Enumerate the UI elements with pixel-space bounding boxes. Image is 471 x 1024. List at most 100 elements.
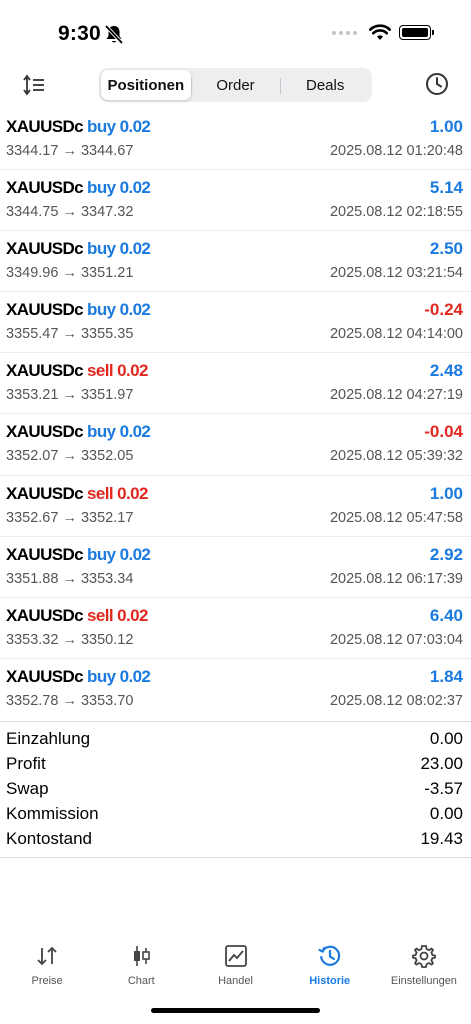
bell-muted-icon bbox=[104, 24, 124, 45]
trade-time: 2025.08.12 04:14:00 bbox=[329, 326, 463, 343]
trade-prices: 3352.78 → 3353.70 bbox=[6, 692, 134, 709]
trade-profit: 1.00 bbox=[429, 483, 463, 503]
segmented-control: Positionen Order Deals bbox=[99, 68, 372, 102]
tab-chart[interactable]: Chart bbox=[94, 935, 188, 995]
trade-row[interactable]: XAUUSDc buy 0.02 1.84 3352.78 → 3353.70 2… bbox=[0, 659, 471, 720]
trade-symbol: XAUUSDc bbox=[6, 422, 84, 442]
trade-profit: -0.24 bbox=[424, 300, 463, 320]
trade-symbol: XAUUSDc bbox=[6, 605, 84, 625]
summary-value: 23.00 bbox=[420, 754, 463, 773]
trade-prices: 3349.96 → 3351.21 bbox=[6, 265, 134, 282]
trade-side-volume: sell 0.02 bbox=[87, 483, 148, 503]
trade-profit: -0.04 bbox=[424, 422, 463, 442]
tab-label: Chart bbox=[127, 975, 155, 987]
trade-profit: 2.92 bbox=[429, 544, 463, 564]
trade-profit: 2.48 bbox=[429, 361, 463, 381]
trade-title: XAUUSDc buy 0.02 bbox=[6, 544, 151, 565]
tab-label: Historie bbox=[309, 975, 351, 987]
trade-time: 2025.08.12 07:03:04 bbox=[329, 631, 463, 648]
trade-row[interactable]: XAUUSDc buy 0.02 2.92 3351.88 → 3353.34 2… bbox=[0, 537, 471, 598]
trade-symbol: XAUUSDc bbox=[6, 483, 84, 503]
trade-symbol: XAUUSDc bbox=[6, 544, 84, 564]
trade-side-volume: buy 0.02 bbox=[87, 117, 151, 136]
trade-title: XAUUSDc buy 0.02 bbox=[6, 178, 151, 198]
summary-label: Einzahlung bbox=[6, 729, 91, 748]
history-icon bbox=[318, 945, 340, 966]
trade-row[interactable]: XAUUSDc sell 0.02 2.48 3353.21 → 3351.97 … bbox=[0, 353, 471, 415]
trade-row[interactable]: XAUUSDc buy 0.02 2.50 3349.96 → 3351.21 2… bbox=[0, 231, 471, 293]
trade-time: 2025.08.12 06:17:39 bbox=[329, 570, 463, 587]
summary-row-profit: Profit 23.00 bbox=[0, 751, 471, 776]
tab-einstellungen[interactable]: Einstellungen bbox=[377, 935, 471, 995]
summary-row-kommission: Kommission 0.00 bbox=[0, 801, 471, 826]
tab-label: Einstellungen bbox=[390, 975, 457, 987]
tab-preise[interactable]: Preise bbox=[0, 935, 94, 995]
trade-row[interactable]: XAUUSDc buy 0.02 -0.24 3355.47 → 3355.35 … bbox=[0, 292, 471, 354]
tab-order[interactable]: Order bbox=[190, 70, 281, 100]
trade-symbol: XAUUSDc bbox=[6, 117, 84, 136]
trade-title: XAUUSDc buy 0.02 bbox=[6, 422, 151, 442]
trade-symbol: XAUUSDc bbox=[6, 361, 84, 381]
trade-row[interactable]: XAUUSDc buy 0.02 1.00 3344.17 → 3344.67 2… bbox=[0, 109, 471, 171]
toolbar: Positionen Order Deals bbox=[0, 66, 471, 104]
trade-list: XAUUSDc buy 0.02 1.00 3344.17 → 3344.67 2… bbox=[0, 109, 471, 720]
sort-icon[interactable] bbox=[22, 74, 46, 96]
trade-prices: 3352.67 → 3352.17 bbox=[6, 509, 134, 526]
trade-prices: 3344.17 → 3344.67 bbox=[6, 143, 134, 159]
history-clock-icon[interactable] bbox=[425, 72, 449, 96]
tab-label: Preise bbox=[31, 975, 63, 987]
trade-symbol: XAUUSDc bbox=[6, 300, 84, 320]
trade-prices: 3351.88 → 3353.34 bbox=[6, 570, 134, 587]
trade-side-volume: sell 0.02 bbox=[87, 361, 148, 381]
summary-label: Kommission bbox=[6, 804, 99, 823]
trade-prices: 3353.21 → 3351.97 bbox=[6, 387, 134, 404]
trade-time: 2025.08.12 02:18:55 bbox=[329, 204, 463, 221]
summary-row-kontostand: Kontostand 19.43 bbox=[0, 826, 471, 851]
tab-deals[interactable]: Deals bbox=[280, 70, 370, 100]
tab-historie[interactable]: Historie bbox=[283, 935, 377, 995]
summary-label: Profit bbox=[6, 754, 46, 773]
summary-value: -3.57 bbox=[424, 779, 463, 798]
status-time: 9:30 bbox=[58, 22, 101, 45]
summary-label: Kontostand bbox=[6, 829, 93, 848]
tab-positionen[interactable]: Positionen bbox=[101, 70, 191, 100]
trade-prices: 3353.32 → 3350.12 bbox=[6, 631, 134, 648]
tab-handel[interactable]: Handel bbox=[188, 935, 282, 995]
trade-row[interactable]: XAUUSDc sell 0.02 1.00 3352.67 → 3352.17 … bbox=[0, 476, 471, 537]
trade-title: XAUUSDc sell 0.02 bbox=[6, 484, 148, 504]
trade-side-volume: buy 0.02 bbox=[87, 239, 151, 259]
summary-value: 0.00 bbox=[429, 804, 463, 823]
summary-row-einzahlung: Einzahlung 0.00 bbox=[0, 726, 471, 751]
trade-prices: 3352.07 → 3352.05 bbox=[6, 448, 134, 465]
trade-time: 2025.08.12 05:47:58 bbox=[329, 509, 463, 526]
trade-side-volume: buy 0.02 bbox=[87, 666, 151, 686]
trade-time: 2025.08.12 01:20:48 bbox=[329, 143, 463, 159]
trade-title: XAUUSDc buy 0.02 bbox=[6, 117, 151, 137]
trade-row[interactable]: XAUUSDc sell 0.02 6.40 3353.32 → 3350.12 … bbox=[0, 598, 471, 659]
trade-symbol: XAUUSDc bbox=[6, 239, 84, 259]
trade-row[interactable]: XAUUSDc buy 0.02 -0.04 3352.07 → 3352.05 … bbox=[0, 414, 471, 476]
trade-row[interactable]: XAUUSDc buy 0.02 5.14 3344.75 → 3347.32 2… bbox=[0, 170, 471, 232]
trade-title: XAUUSDc buy 0.02 bbox=[6, 300, 151, 320]
trade-side-volume: buy 0.02 bbox=[87, 422, 151, 442]
trade-side-volume: buy 0.02 bbox=[87, 178, 151, 198]
trade-prices: 3355.47 → 3355.35 bbox=[6, 326, 134, 343]
trade-prices: 3344.75 → 3347.32 bbox=[6, 204, 134, 221]
trade-title: XAUUSDc sell 0.02 bbox=[6, 361, 148, 381]
trade-time: 2025.08.12 04:27:19 bbox=[329, 387, 463, 404]
trade-profit: 1.84 bbox=[429, 666, 463, 686]
trade-side-volume: buy 0.02 bbox=[87, 300, 151, 320]
summary-value: 0.00 bbox=[429, 729, 463, 748]
trade-title: XAUUSDc buy 0.02 bbox=[6, 239, 151, 259]
gear-icon bbox=[412, 945, 436, 968]
trade-time: 2025.08.12 03:21:54 bbox=[329, 265, 463, 282]
status-bar: 9:30 bbox=[0, 0, 471, 66]
home-indicator bbox=[151, 1008, 320, 1013]
trade-symbol: XAUUSDc bbox=[6, 178, 84, 198]
bottom-tab-bar: Preise Chart Handel Historie Einstellung… bbox=[0, 935, 471, 995]
trade-time: 2025.08.12 08:02:37 bbox=[329, 692, 463, 709]
status-icons bbox=[332, 24, 434, 41]
trade-profit: 5.14 bbox=[429, 178, 463, 198]
trade-side-volume: sell 0.02 bbox=[87, 605, 148, 625]
summary-row-swap: Swap -3.57 bbox=[0, 776, 471, 801]
